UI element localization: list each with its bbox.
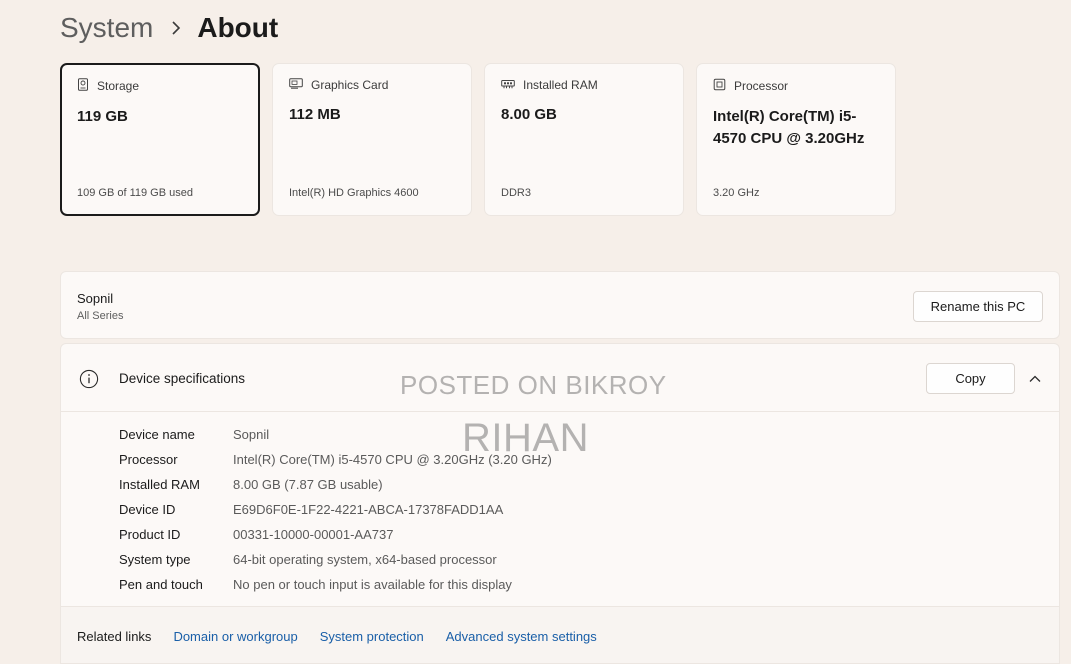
pc-name-panel: Sopnil All Series Rename this PC: [60, 271, 1060, 339]
spec-label: Device name: [119, 427, 195, 442]
spec-value: E69D6F0E-1F22-4221-ABCA-17378FADD1AA: [233, 502, 504, 517]
spec-label: Device ID: [119, 502, 176, 517]
breadcrumb-system[interactable]: System: [60, 12, 153, 44]
chevron-up-icon[interactable]: [1028, 371, 1042, 389]
card-storage[interactable]: Storage 119 GB 109 GB of 119 GB used: [60, 63, 260, 216]
card-value: Intel(R) Core(TM) i5-4570 CPU @ 3.20GHz: [713, 108, 865, 147]
card-title: Processor: [734, 79, 789, 93]
pc-model: All Series: [77, 310, 124, 322]
spec-label: Processor: [119, 452, 178, 467]
processor-icon: [713, 78, 726, 94]
spec-label: Installed RAM: [119, 477, 200, 492]
card-ram[interactable]: Installed RAM 8.00 GB DDR3: [484, 63, 684, 216]
card-header: Installed RAM: [501, 78, 667, 92]
spec-row-processor: Processor Intel(R) Core(TM) i5-4570 CPU …: [119, 447, 552, 472]
spec-row-product-id: Product ID 00331-10000-00001-AA737: [119, 522, 552, 547]
device-specifications-title: Device specifications: [119, 371, 246, 386]
card-header: Processor: [713, 78, 879, 94]
spec-value: 8.00 GB (7.87 GB usable): [233, 477, 383, 492]
spec-label: Product ID: [119, 527, 181, 542]
card-header: Storage: [77, 78, 243, 94]
device-specifications-panel: Device specifications Copy Device name S…: [60, 343, 1060, 664]
link-system-protection[interactable]: System protection: [320, 629, 424, 644]
chevron-right-icon: [171, 21, 181, 35]
link-advanced-system-settings[interactable]: Advanced system settings: [446, 629, 597, 644]
spec-row-installed-ram: Installed RAM 8.00 GB (7.87 GB usable): [119, 472, 552, 497]
related-links: Related links Domain or workgroup System…: [61, 606, 1059, 663]
ram-icon: [501, 78, 515, 92]
info-icon: [79, 369, 99, 394]
spec-row-device-id: Device ID E69D6F0E-1F22-4221-ABCA-17378F…: [119, 497, 552, 522]
spec-row-device-name: Device name Sopnil: [119, 422, 552, 447]
spec-value: 00331-10000-00001-AA737: [233, 527, 394, 542]
spec-row-system-type: System type 64-bit operating system, x64…: [119, 547, 552, 572]
summary-cards: Storage 119 GB 109 GB of 119 GB used Gra…: [60, 63, 896, 216]
card-title: Storage: [97, 79, 140, 93]
card-header: Graphics Card: [289, 78, 455, 92]
spec-value: Intel(R) Core(TM) i5-4570 CPU @ 3.20GHz …: [233, 452, 552, 467]
device-specifications-header[interactable]: Device specifications Copy: [61, 344, 1059, 412]
card-subtext: DDR3: [501, 187, 531, 199]
breadcrumb: System About: [60, 8, 278, 48]
card-value: 8.00 GB: [501, 106, 557, 123]
card-graphics[interactable]: Graphics Card 112 MB Intel(R) HD Graphic…: [272, 63, 472, 216]
specification-list: Device name Sopnil Processor Intel(R) Co…: [119, 422, 552, 597]
about-page: System About Storage 119 GB 109 GB of 11…: [0, 0, 1071, 664]
spec-label: Pen and touch: [119, 577, 203, 592]
spec-value: Sopnil: [233, 427, 270, 442]
rename-pc-button[interactable]: Rename this PC: [913, 291, 1043, 322]
card-title: Installed RAM: [523, 78, 598, 92]
page-title: About: [197, 12, 279, 43]
card-subtext: Intel(R) HD Graphics 4600: [289, 187, 419, 199]
card-value: 112 MB: [289, 106, 341, 123]
storage-icon: [77, 78, 89, 94]
spec-value: 64-bit operating system, x64-based proce…: [233, 552, 497, 567]
spec-row-pen-and-touch: Pen and touch No pen or touch input is a…: [119, 572, 552, 597]
card-subtext: 3.20 GHz: [713, 187, 760, 199]
spec-label: System type: [119, 552, 191, 567]
card-subtext: 109 GB of 119 GB used: [77, 187, 193, 199]
card-title: Graphics Card: [311, 78, 389, 92]
link-domain-or-workgroup[interactable]: Domain or workgroup: [173, 629, 297, 644]
spec-value: No pen or touch input is available for t…: [233, 577, 512, 592]
pc-name: Sopnil: [77, 291, 114, 306]
related-links-title: Related links: [77, 628, 152, 644]
graphics-card-icon: [289, 78, 303, 92]
card-processor[interactable]: Processor Intel(R) Core(TM) i5-4570 CPU …: [696, 63, 896, 216]
copy-button[interactable]: Copy: [926, 363, 1015, 394]
card-value: 119 GB: [77, 108, 128, 125]
